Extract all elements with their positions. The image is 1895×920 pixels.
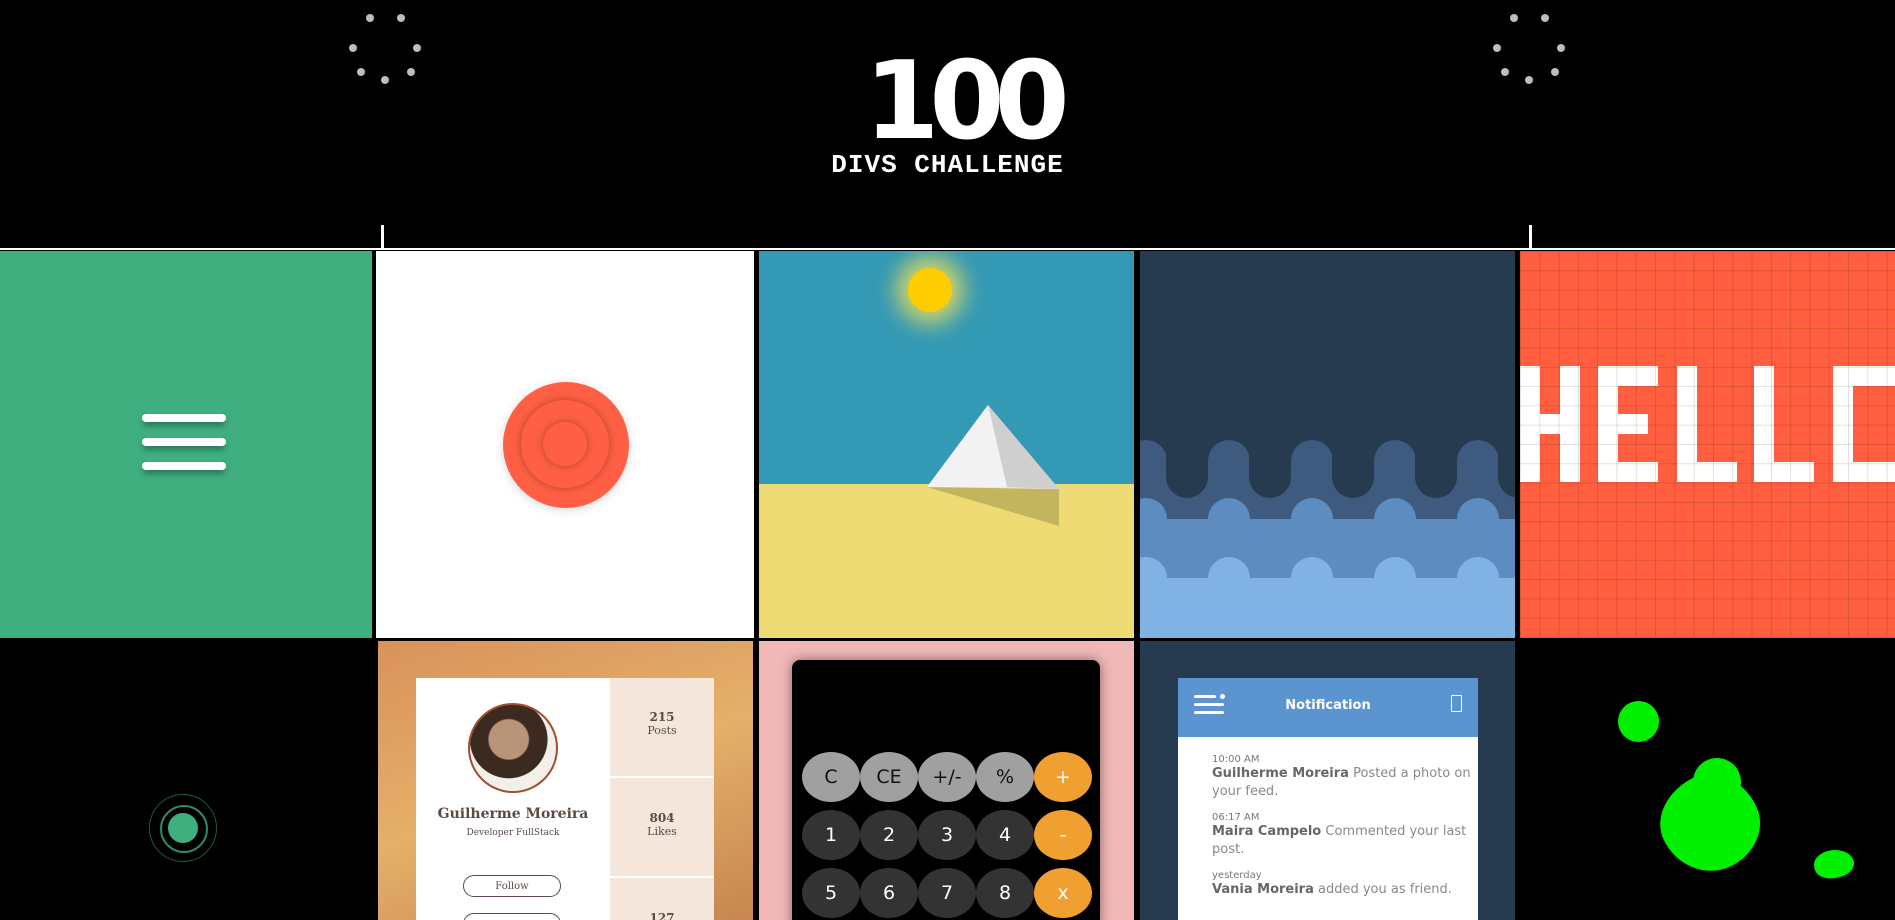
header-divider <box>0 248 1895 250</box>
right-loader-icon <box>1489 10 1569 90</box>
divider-tick-right <box>1529 225 1532 248</box>
calc-button-3[interactable]: 3 <box>918 810 976 860</box>
notification-item[interactable]: 10:00 AM Guilherme Moreira Posted a phot… <box>1212 754 1482 801</box>
notification-panel: Notification 10:00 AM Guilherme Moreira … <box>1178 678 1478 920</box>
stat-third: 127 <box>649 911 675 920</box>
target-icon[interactable] <box>503 382 629 508</box>
pyramid-icon <box>927 405 1059 526</box>
blob-tiny <box>1811 846 1857 882</box>
hamburger-icon[interactable] <box>142 414 226 470</box>
message-button[interactable] <box>463 913 561 920</box>
tile-hello[interactable] <box>1520 251 1895 638</box>
calc-button-6[interactable]: 6 <box>860 868 918 918</box>
calc-button-c[interactable]: C <box>802 752 860 802</box>
calc-button-8[interactable]: 8 <box>976 868 1034 918</box>
follow-button[interactable]: Follow <box>463 875 561 897</box>
profile-card: Guilherme Moreira Developer FullStack Fo… <box>416 678 714 920</box>
tile-target[interactable] <box>376 251 754 638</box>
stat-likes: 804 Likes <box>610 778 714 878</box>
tile-pulse[interactable] <box>0 641 372 920</box>
calc-button-4[interactable]: 4 <box>976 810 1034 860</box>
profile-role: Developer FullStack <box>466 828 560 838</box>
tile-menu[interactable] <box>0 251 372 638</box>
blob-small-top <box>1618 701 1659 742</box>
calc-button-add[interactable]: + <box>1034 752 1092 802</box>
pixel-grid <box>1520 251 1895 638</box>
blob-large <box>1645 758 1775 888</box>
calc-button-1[interactable]: 1 <box>802 810 860 860</box>
notification-header: Notification <box>1178 678 1478 737</box>
stat-posts: 215 Posts <box>610 678 714 778</box>
left-loader-icon <box>345 10 425 90</box>
tile-profile[interactable]: Guilherme Moreira Developer FullStack Fo… <box>378 641 753 920</box>
calc-button-ce[interactable]: CE <box>860 752 918 802</box>
tile-calculator[interactable]: C CE +/- % + 1 2 3 4 - 5 6 7 8 x <box>759 641 1134 920</box>
notification-item[interactable]: 06:17 AM Maira Campelo Commented your la… <box>1212 812 1482 859</box>
avatar[interactable] <box>468 703 558 793</box>
calc-button-multiply[interactable]: x <box>1034 868 1092 918</box>
calc-button-5[interactable]: 5 <box>802 868 860 918</box>
divider-tick-left <box>381 225 384 248</box>
profile-name: Guilherme Moreira <box>437 806 589 822</box>
calc-button-percent[interactable]: % <box>976 752 1034 802</box>
tile-waves[interactable] <box>1140 251 1515 638</box>
tile-blobs[interactable] <box>1521 641 1895 920</box>
calc-button-2[interactable]: 2 <box>860 810 918 860</box>
pulse-icon[interactable] <box>149 794 217 862</box>
tile-pyramid[interactable] <box>759 251 1134 638</box>
stats-column: 215 Posts 804 Likes 127 <box>610 678 714 920</box>
phone-icon[interactable] <box>1451 695 1462 712</box>
logo-number: 100 <box>864 39 1069 164</box>
logo-subtitle: DIVS CHALLENGE <box>831 150 1064 180</box>
calc-button-plus-minus[interactable]: +/- <box>918 752 976 802</box>
header: 100 DIVS CHALLENGE <box>0 0 1895 250</box>
notification-title: Notification <box>1285 698 1371 713</box>
tile-notification[interactable]: Notification 10:00 AM Guilherme Moreira … <box>1140 641 1515 920</box>
calculator: C CE +/- % + 1 2 3 4 - 5 6 7 8 x <box>792 660 1100 920</box>
calc-button-7[interactable]: 7 <box>918 868 976 918</box>
waves-icon <box>1140 251 1515 638</box>
calc-button-subtract[interactable]: - <box>1034 810 1092 860</box>
notification-item[interactable]: yesterday Vania Moreira added you as fri… <box>1212 870 1482 899</box>
page: 100 DIVS CHALLENGE Guilherme Moreira Dev… <box>0 0 1895 920</box>
